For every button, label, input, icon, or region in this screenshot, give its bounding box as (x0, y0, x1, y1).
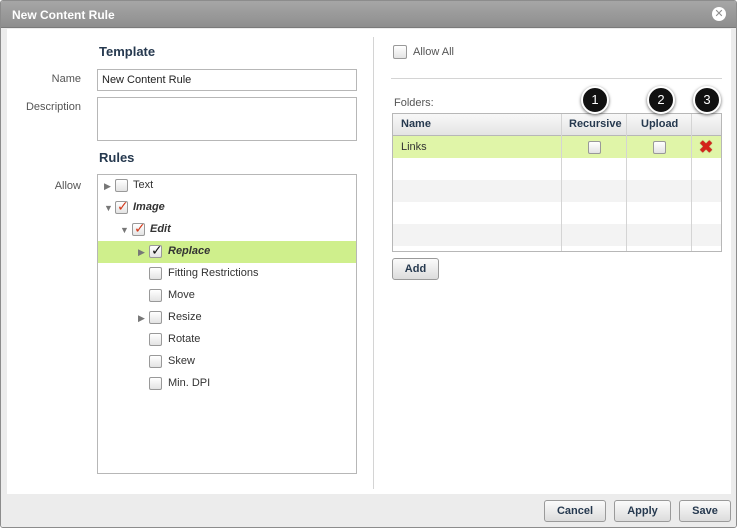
column-header-name[interactable]: Name (401, 118, 431, 130)
tree-item-rotate[interactable]: Rotate (98, 329, 356, 351)
tree-item-fitting-restrictions[interactable]: Fitting Restrictions (98, 263, 356, 285)
description-label: Description (25, 101, 81, 113)
tree-item-move[interactable]: Move (98, 285, 356, 307)
folders-separator (391, 78, 722, 79)
new-content-rule-dialog: New Content Rule ✕ Template Name Descrip… (0, 0, 737, 528)
table-row-empty (393, 158, 721, 180)
expand-arrow-icon[interactable]: ▶ (104, 180, 114, 192)
dialog-titlebar: New Content Rule ✕ (1, 1, 736, 28)
table-row-empty (393, 202, 721, 224)
folder-name-cell: Links (401, 141, 427, 153)
tree-label: Fitting Restrictions (168, 267, 259, 279)
delete-icon[interactable]: ✖ (698, 138, 714, 156)
tree-item-skew[interactable]: Skew (98, 351, 356, 373)
callout-badge-3: 3 (693, 86, 721, 114)
tree-label: Resize (168, 311, 202, 323)
tree-checkbox-rotate[interactable] (149, 333, 162, 346)
tree-checkbox-image[interactable] (115, 198, 129, 215)
folders-table: Name Recursive Upload Links ✖ (392, 113, 722, 252)
column-header-recursive[interactable]: Recursive (569, 118, 622, 130)
save-button[interactable]: Save (679, 500, 731, 522)
table-row-empty (393, 180, 721, 202)
rules-tree: ▶ Text ▼ Image ▼ Edit ▶ Replace Fitting … (97, 174, 357, 474)
allow-all-label: Allow All (413, 46, 454, 58)
name-input[interactable] (97, 69, 357, 91)
tree-item-replace[interactable]: ▶ Replace (98, 241, 356, 263)
tree-checkbox-move[interactable] (149, 289, 162, 302)
table-row-empty (393, 224, 721, 246)
folders-label: Folders: (394, 97, 434, 109)
tree-item-min-dpi[interactable]: Min. DPI (98, 373, 356, 395)
tree-checkbox-text[interactable] (115, 179, 128, 192)
add-folder-button[interactable]: Add (392, 258, 439, 280)
dialog-title: New Content Rule (12, 8, 115, 22)
name-label: Name (51, 73, 81, 85)
tree-label: Rotate (168, 333, 201, 345)
expand-arrow-icon[interactable]: ▶ (138, 246, 148, 258)
callout-badge-2: 2 (647, 86, 675, 114)
tree-item-edit[interactable]: ▼ Edit (98, 219, 356, 241)
tree-label: Edit (150, 223, 171, 235)
tree-checkbox-resize[interactable] (149, 311, 162, 324)
tree-label: Min. DPI (168, 377, 211, 389)
column-header-upload[interactable]: Upload (641, 118, 678, 130)
tree-checkbox-min-dpi[interactable] (149, 377, 162, 390)
tree-item-image[interactable]: ▼ Image (98, 197, 356, 219)
tree-checkbox-edit[interactable] (132, 220, 146, 237)
tree-label: Replace (168, 245, 211, 257)
upload-checkbox[interactable] (653, 141, 666, 154)
allow-all-checkbox[interactable] (393, 45, 407, 59)
column-separator (626, 114, 627, 251)
tree-label: Image (133, 201, 165, 213)
cancel-button[interactable]: Cancel (544, 500, 606, 522)
description-input[interactable] (97, 97, 357, 141)
tree-label: Move (168, 289, 195, 301)
tree-checkbox-replace[interactable] (149, 242, 163, 259)
rules-section-title: Rules (99, 150, 135, 165)
panel-divider (373, 37, 374, 489)
expand-arrow-icon[interactable]: ▶ (138, 312, 148, 324)
folders-table-header: Name Recursive Upload (393, 114, 721, 136)
callout-badge-1: 1 (581, 86, 609, 114)
table-row[interactable]: Links ✖ (393, 136, 721, 158)
close-icon[interactable]: ✕ (712, 7, 726, 21)
tree-label: Text (133, 179, 154, 191)
template-section-title: Template (99, 44, 156, 59)
tree-item-resize[interactable]: ▶ Resize (98, 307, 356, 329)
recursive-checkbox[interactable] (588, 141, 601, 154)
tree-checkbox-fitting-restrictions[interactable] (149, 267, 162, 280)
tree-checkbox-skew[interactable] (149, 355, 162, 368)
apply-button[interactable]: Apply (614, 500, 671, 522)
dialog-footer: Cancel Apply Save (1, 494, 736, 527)
collapse-arrow-icon[interactable]: ▼ (104, 202, 114, 214)
collapse-arrow-icon[interactable]: ▼ (120, 224, 130, 236)
column-separator (691, 114, 692, 251)
tree-item-text[interactable]: ▶ Text (98, 175, 356, 197)
column-separator (561, 114, 562, 251)
allow-label: Allow (54, 180, 81, 192)
tree-label: Skew (168, 355, 195, 367)
